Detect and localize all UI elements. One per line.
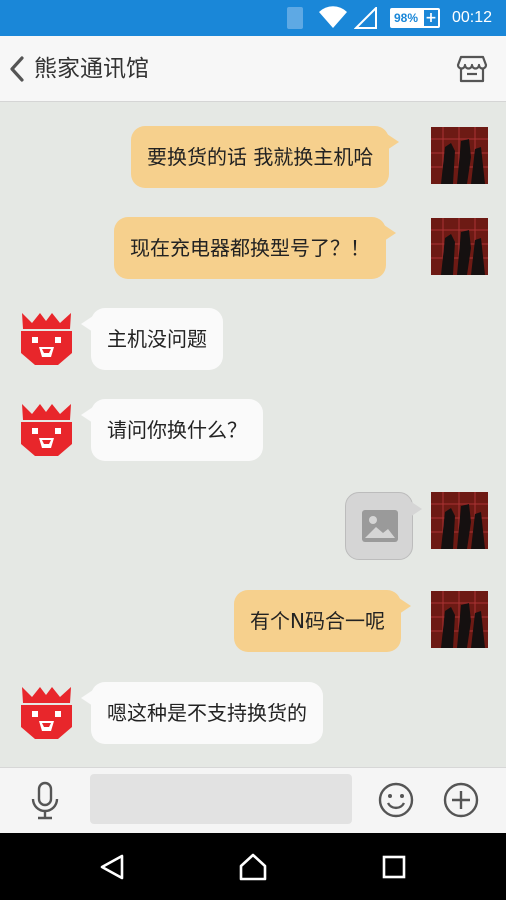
- status-bar: 98% + 00:12: [0, 0, 506, 36]
- nav-recents-icon[interactable]: [381, 853, 407, 881]
- sim-icon: [287, 7, 303, 29]
- charging-icon: +: [424, 10, 438, 26]
- microphone-icon[interactable]: [28, 781, 62, 821]
- status-time: 00:12: [452, 9, 493, 26]
- battery-icon: 98% +: [390, 8, 440, 28]
- chat-header: 熊家通讯馆: [0, 36, 506, 102]
- nav-home-icon[interactable]: [238, 853, 268, 881]
- shop-avatar[interactable]: [18, 683, 75, 740]
- emoji-icon[interactable]: [377, 781, 415, 819]
- signal-icon: [354, 7, 377, 29]
- photo-thumbnail: [431, 492, 488, 549]
- nav-back-icon[interactable]: [98, 853, 126, 881]
- page-title: 熊家通讯馆: [34, 56, 149, 82]
- bear-crown-icon: [21, 313, 72, 365]
- message-text: 请问你换什么？: [107, 418, 247, 442]
- bear-crown-icon: [21, 404, 72, 456]
- message-text: 主机没问题: [107, 327, 207, 351]
- plus-circle-icon[interactable]: [442, 781, 480, 819]
- photo-thumbnail: [431, 591, 488, 648]
- system-nav-bar: [0, 833, 506, 900]
- outgoing-message[interactable]: 要换货的话 我就换主机哈: [131, 126, 400, 188]
- photo-thumbnail: [431, 218, 488, 275]
- shop-avatar[interactable]: [18, 309, 75, 366]
- user-avatar[interactable]: [431, 218, 488, 275]
- back-arrow-icon[interactable]: [6, 54, 28, 84]
- image-placeholder-icon: [362, 510, 398, 542]
- message-text: 要换货的话 我就换主机哈: [147, 145, 374, 169]
- incoming-message[interactable]: 嗯这种是不支持换货的: [81, 682, 323, 744]
- user-avatar[interactable]: [431, 127, 488, 184]
- input-bar: [0, 767, 506, 833]
- user-avatar[interactable]: [431, 492, 488, 549]
- incoming-message[interactable]: 请问你换什么？: [81, 399, 263, 461]
- message-input[interactable]: [90, 774, 352, 824]
- message-text: 有个N码合一呢: [250, 609, 385, 633]
- wifi-icon: [319, 6, 347, 28]
- message-text: 现在充电器都换型号了？！: [130, 236, 370, 260]
- message-text: 嗯这种是不支持换货的: [107, 701, 307, 725]
- store-icon[interactable]: [456, 54, 488, 84]
- outgoing-message[interactable]: 现在充电器都换型号了？！: [114, 217, 396, 279]
- incoming-message[interactable]: 主机没问题: [81, 308, 223, 370]
- user-avatar[interactable]: [431, 591, 488, 648]
- shop-avatar[interactable]: [18, 400, 75, 457]
- outgoing-message[interactable]: 有个N码合一呢: [234, 590, 411, 652]
- photo-thumbnail: [431, 127, 488, 184]
- battery-percentage: 98%: [394, 11, 419, 25]
- bear-crown-icon: [21, 687, 72, 739]
- outgoing-image-message[interactable]: [345, 492, 422, 560]
